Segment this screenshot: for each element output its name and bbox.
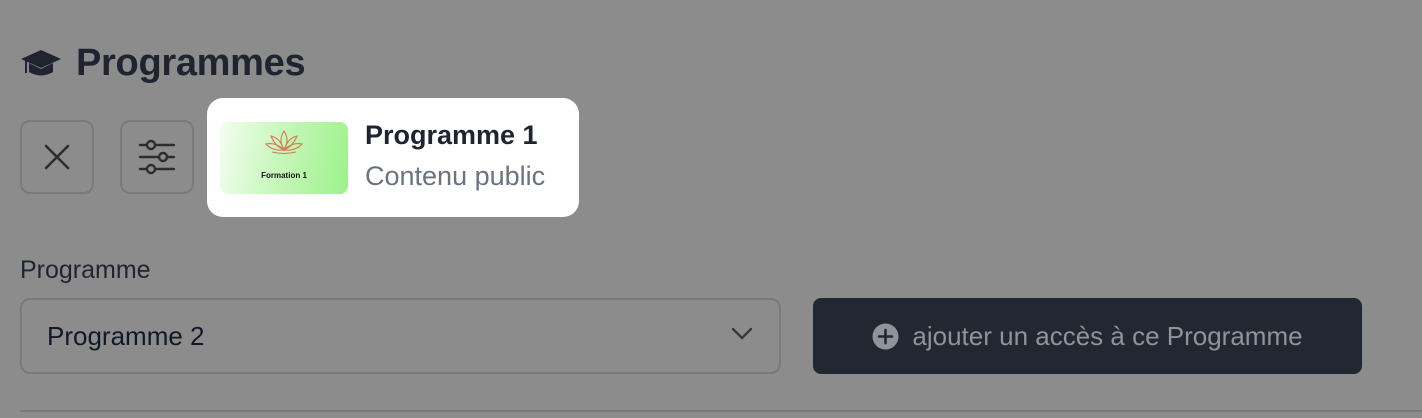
add-access-button[interactable]: ajouter un accès à ce Programme <box>813 298 1362 374</box>
thumbnail-label: Formation 1 <box>261 170 307 180</box>
close-icon <box>44 144 70 170</box>
programme-select-value: Programme 2 <box>47 320 205 351</box>
lotus-icon <box>264 129 304 154</box>
page-header: Programmes <box>20 42 306 85</box>
sliders-icon <box>138 139 176 175</box>
programme-field-label: Programme <box>20 256 151 284</box>
programme-visibility: Contenu public <box>365 160 546 191</box>
filter-button[interactable] <box>120 120 194 194</box>
page-title: Programmes <box>76 42 306 84</box>
programme-select[interactable]: Programme 2 <box>20 298 781 374</box>
close-button[interactable] <box>20 120 94 194</box>
graduation-cap-icon <box>21 49 61 75</box>
programme-title: Programme 1 <box>365 119 538 150</box>
add-access-label: ajouter un accès à ce Programme <box>912 320 1303 351</box>
programme-thumbnail: Formation 1 <box>220 121 348 194</box>
chevron-down-icon <box>731 327 753 340</box>
section-divider <box>20 410 1422 418</box>
plus-circle-icon <box>872 323 899 350</box>
programme-card[interactable]: Formation 1 Programme 1 Contenu public <box>207 98 579 217</box>
